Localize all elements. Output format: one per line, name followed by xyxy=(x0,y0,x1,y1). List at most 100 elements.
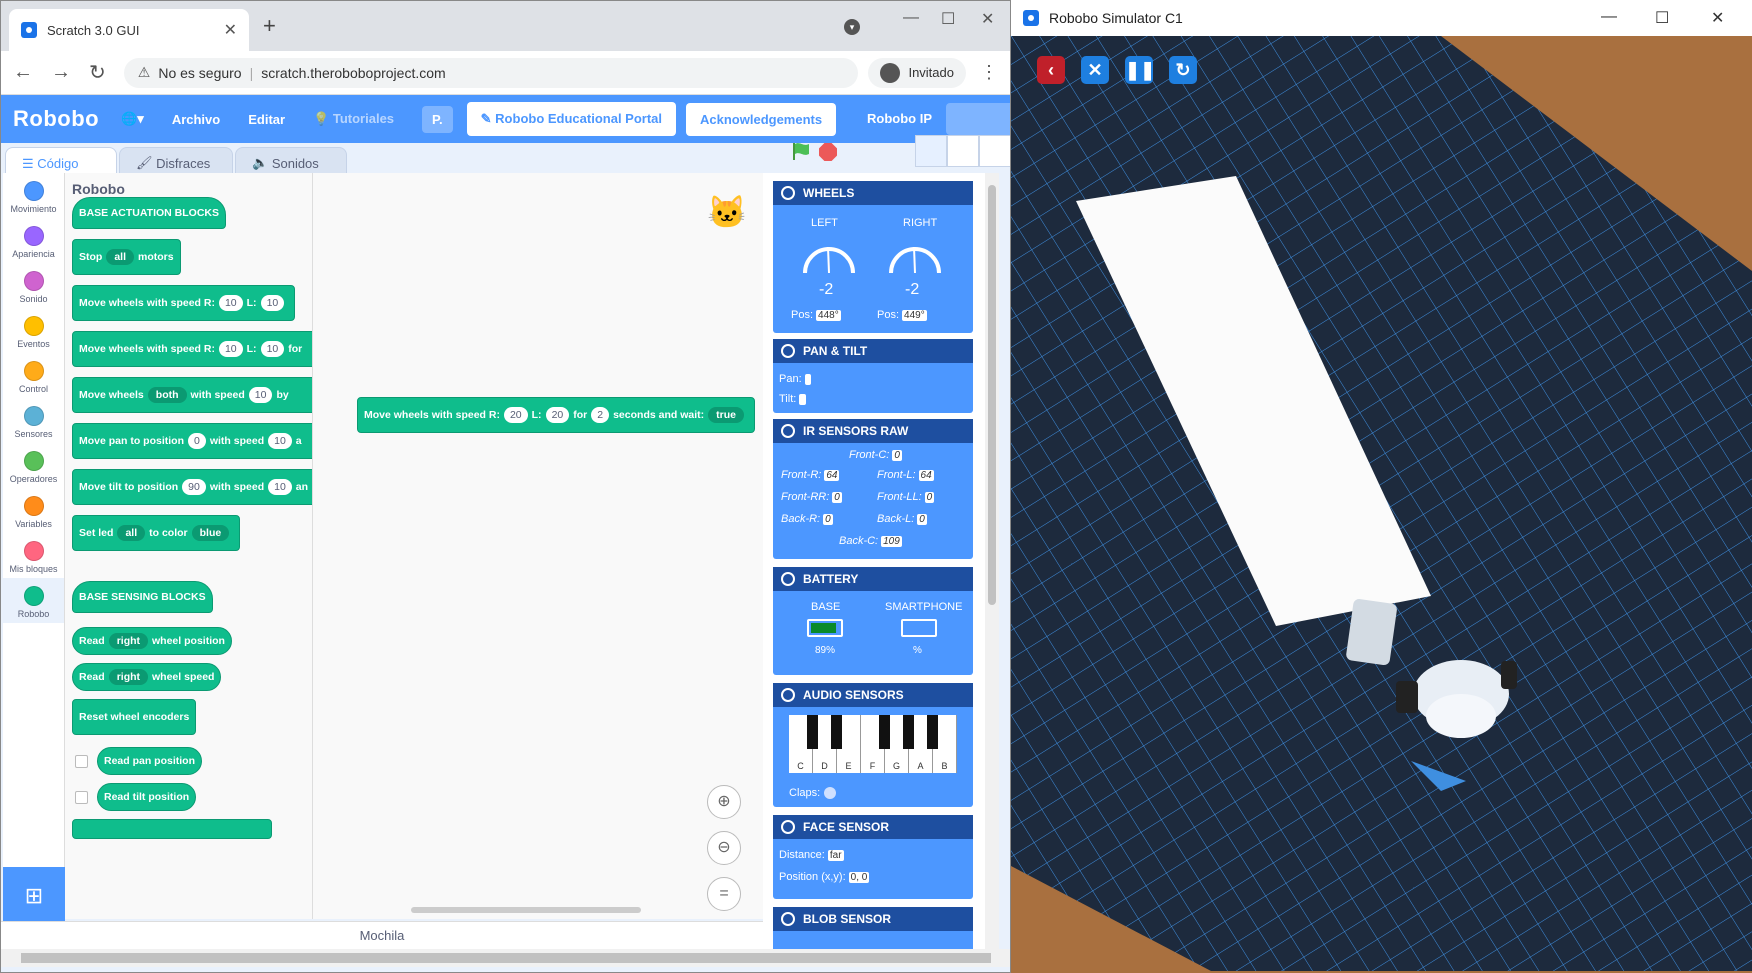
tilt-checkbox[interactable] xyxy=(75,791,88,804)
category-item[interactable]: Control xyxy=(3,353,64,398)
pan-checkbox[interactable] xyxy=(75,755,88,768)
category-item[interactable]: Sonido xyxy=(3,263,64,308)
category-item[interactable]: Robobo xyxy=(3,578,64,623)
wheel-dropdown[interactable]: right xyxy=(108,633,149,649)
audio-header[interactable]: AUDIO SENSORS xyxy=(773,683,973,707)
base-sensing-header[interactable]: BASE SENSING BLOCKS xyxy=(72,581,213,613)
tab-search-icon[interactable]: ▾ xyxy=(844,19,860,35)
menu-tutorials[interactable]: 💡 Tutoriales xyxy=(313,111,394,127)
back-icon[interactable]: ← xyxy=(13,61,33,84)
wait-dropdown[interactable]: true xyxy=(708,407,744,423)
profile-button[interactable]: Invitado xyxy=(868,57,966,88)
backpack[interactable]: Mochila xyxy=(1,921,763,949)
tilt-position-input[interactable]: 90 xyxy=(182,479,206,495)
project-title-input[interactable]: P. xyxy=(422,105,453,133)
category-item[interactable]: Variables xyxy=(3,488,64,533)
time-input[interactable]: 2 xyxy=(591,407,610,423)
green-flag-icon[interactable] xyxy=(791,141,811,161)
reload-icon[interactable]: ↻ xyxy=(89,60,106,85)
move-pan-block[interactable]: Move pan to position 0 with speed 10 a xyxy=(72,423,312,459)
add-extension-button[interactable]: ⊞ xyxy=(3,867,65,925)
sim-stop-icon[interactable]: ✕ xyxy=(1081,56,1109,84)
speed-input[interactable]: 10 xyxy=(248,387,273,403)
workspace-move-block[interactable]: Move wheels with speed R: 20 L: 20 for 2 secon… xyxy=(357,397,755,433)
read-tilt-block[interactable]: Read tilt position xyxy=(97,783,197,811)
portal-button[interactable]: ✎ Robobo Educational Portal xyxy=(466,102,677,136)
sim-back-icon[interactable]: ‹ xyxy=(1037,56,1065,84)
category-item[interactable]: Apariencia xyxy=(3,218,64,263)
category-item[interactable]: Sensores xyxy=(3,398,64,443)
stop-icon[interactable] xyxy=(819,143,837,161)
large-stage-button[interactable] xyxy=(979,135,1010,167)
acknowledgements-button[interactable]: Acknowledgements xyxy=(686,102,837,136)
simulator-viewport[interactable]: ‹ ✕ ❚❚ ↻ xyxy=(1011,36,1752,973)
face-header[interactable]: FACE SENSOR xyxy=(773,815,973,839)
zoom-out-icon[interactable]: ⊖ xyxy=(707,831,741,865)
speed-l-input[interactable]: 10 xyxy=(260,341,285,357)
stop-dropdown[interactable]: all xyxy=(106,249,135,265)
code-workspace[interactable]: Move wheels with speed R: 20 L: 20 for 2 secon… xyxy=(313,173,763,919)
zoom-in-icon[interactable]: ⊕ xyxy=(707,785,741,819)
new-tab-icon[interactable]: + xyxy=(263,13,276,39)
scrollbar-thumb[interactable] xyxy=(988,185,996,605)
sim-maximize-icon[interactable]: ☐ xyxy=(1655,8,1669,28)
move-wheels-both-block[interactable]: Move wheels both with speed 10 by xyxy=(72,377,312,413)
color-dropdown[interactable]: blue xyxy=(191,525,230,541)
robobo-logo[interactable]: Robobo xyxy=(13,106,99,132)
read-wheel-speed-block[interactable]: Read right wheel speed xyxy=(72,663,222,691)
url-input[interactable]: ⚠ No es seguro | scratch.theroboboprojec… xyxy=(123,57,859,88)
set-led-block[interactable]: Set led all to color blue xyxy=(72,515,241,551)
read-pan-block[interactable]: Read pan position xyxy=(97,747,203,775)
speed-r-input[interactable]: 10 xyxy=(218,341,243,357)
minimize-icon[interactable]: — xyxy=(903,9,919,27)
horizontal-scrollbar[interactable] xyxy=(1,949,1010,967)
base-actuation-header[interactable]: BASE ACTUATION BLOCKS xyxy=(72,197,226,229)
forward-icon[interactable]: → xyxy=(51,61,71,84)
menu-file[interactable]: Archivo xyxy=(172,112,220,127)
ir-header[interactable]: IR SENSORS RAW xyxy=(773,419,973,443)
wheel-dropdown[interactable]: right xyxy=(108,669,149,685)
sensor-panel-scrollbar[interactable] xyxy=(985,173,999,949)
close-tab-icon[interactable]: ✕ xyxy=(224,20,237,40)
menu-dots-icon[interactable]: ⋮ xyxy=(980,62,998,83)
globe-icon[interactable]: 🌐▾ xyxy=(121,111,144,127)
move-wheels-block[interactable]: Move wheels with speed R: 10 L: 10 xyxy=(72,285,296,321)
sim-pause-icon[interactable]: ❚❚ xyxy=(1125,56,1155,84)
speed-l-input[interactable]: 20 xyxy=(545,407,570,423)
menu-edit[interactable]: Editar xyxy=(248,112,285,127)
move-tilt-block[interactable]: Move tilt to position 90 with speed 10 an xyxy=(72,469,312,505)
pan-speed-input[interactable]: 10 xyxy=(268,433,292,449)
speed-l-input[interactable]: 10 xyxy=(260,295,285,311)
stage-hide-button[interactable] xyxy=(915,135,947,167)
browser-tab[interactable]: Scratch 3.0 GUI ✕ xyxy=(9,9,249,51)
robobo-ip-input[interactable] xyxy=(946,103,1010,135)
partial-block[interactable] xyxy=(72,819,272,839)
battery-header[interactable]: BATTERY xyxy=(773,567,973,591)
category-item[interactable]: Eventos xyxy=(3,308,64,353)
workspace-scrollbar[interactable] xyxy=(411,907,641,913)
scrollbar-thumb[interactable] xyxy=(21,953,991,963)
speed-r-input[interactable]: 10 xyxy=(218,295,243,311)
pan-tilt-header[interactable]: PAN & TILT xyxy=(773,339,973,363)
speed-r-input[interactable]: 20 xyxy=(503,407,528,423)
wheels-header[interactable]: WHEELS xyxy=(773,181,973,205)
warning-icon[interactable]: ⚠ xyxy=(138,64,151,81)
sim-reset-icon[interactable]: ↻ xyxy=(1169,56,1197,84)
sim-close-icon[interactable]: ✕ xyxy=(1711,8,1724,28)
move-wheels-for-block[interactable]: Move wheels with speed R: 10 L: 10 for xyxy=(72,331,312,367)
category-item[interactable]: Operadores xyxy=(3,443,64,488)
category-item[interactable]: Mis bloques xyxy=(3,533,64,578)
led-dropdown[interactable]: all xyxy=(117,525,146,541)
blob-header[interactable]: BLOB SENSOR xyxy=(773,907,973,931)
maximize-icon[interactable]: ☐ xyxy=(941,9,955,29)
pan-position-input[interactable]: 0 xyxy=(188,433,206,449)
read-wheel-position-block[interactable]: Read right wheel position xyxy=(72,627,232,655)
category-item[interactable]: Movimiento xyxy=(3,173,64,218)
sim-minimize-icon[interactable]: — xyxy=(1601,8,1617,26)
small-stage-button[interactable] xyxy=(947,135,979,167)
zoom-reset-icon[interactable]: = xyxy=(707,877,741,911)
reset-encoders-block[interactable]: Reset wheel encoders xyxy=(72,699,197,735)
close-window-icon[interactable]: ✕ xyxy=(981,9,994,29)
stop-motors-block[interactable]: Stop all motors xyxy=(72,239,181,275)
wheels-dropdown[interactable]: both xyxy=(147,387,187,403)
